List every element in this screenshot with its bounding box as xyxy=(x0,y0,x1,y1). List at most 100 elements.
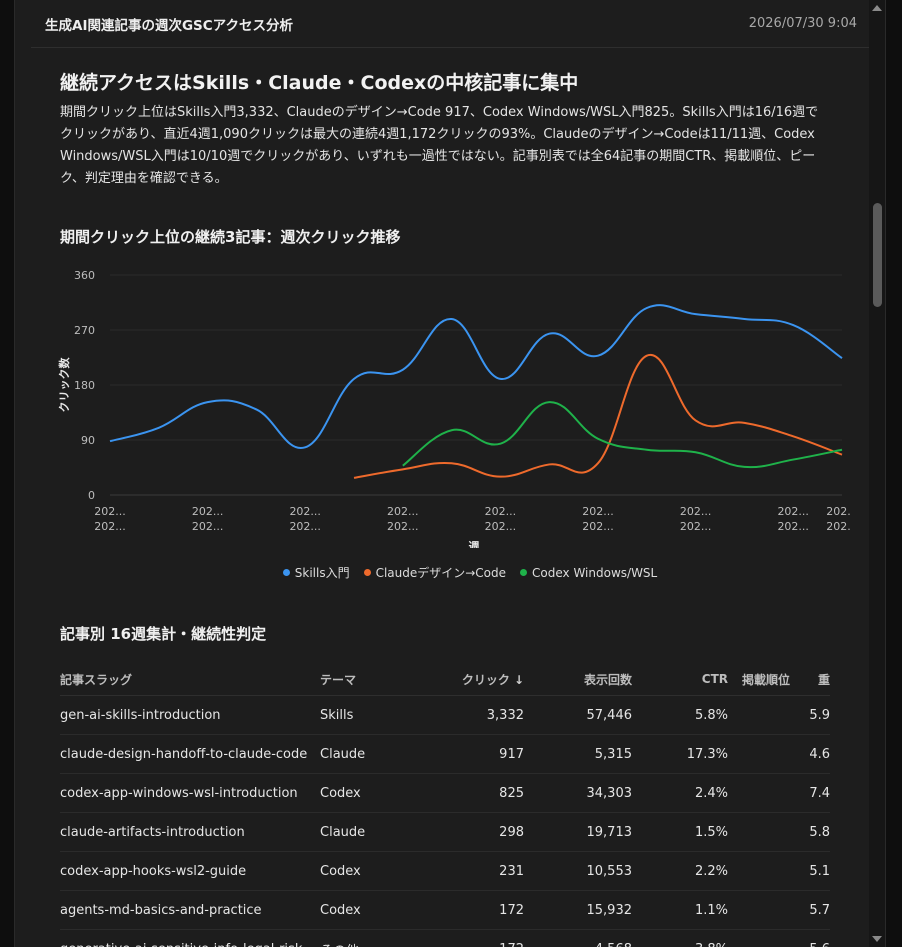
cell-clicks: 298 xyxy=(420,812,524,852)
series-line-0 xyxy=(109,304,843,449)
table-header-row: 記事スラッグ テーマ クリック ↓ 表示回数 CTR 掲載順位 重 xyxy=(60,663,830,696)
cell-slug[interactable]: claude-artifacts-introduction xyxy=(60,812,320,852)
legend-item[interactable]: Skills入門 xyxy=(282,564,350,581)
x-tick-label: 202...202... xyxy=(485,505,517,533)
cell-ctr: 2.4% xyxy=(632,773,728,813)
cell-theme: Claude xyxy=(320,812,420,852)
legend-label: Claudeデザイン→Code xyxy=(375,566,507,580)
y-tick-label: 180 xyxy=(74,379,95,392)
x-tick-label: 202...202... xyxy=(94,505,126,533)
cell-clicks: 825 xyxy=(420,773,524,813)
legend-dot-icon xyxy=(363,569,371,576)
scroll-down-icon[interactable] xyxy=(872,936,882,942)
cell-slug[interactable]: agents-md-basics-and-practice xyxy=(60,890,320,930)
cell-ctr: 17.3% xyxy=(632,734,728,774)
chart-title: 期間クリック上位の継続3記事：週次クリック推移 xyxy=(60,228,401,246)
series-line-2 xyxy=(402,401,843,469)
legend-dot-icon xyxy=(282,569,290,576)
cell-theme: Claude xyxy=(320,734,420,774)
header-clicks[interactable]: クリック ↓ xyxy=(420,663,524,696)
cell-impressions: 15,932 xyxy=(524,890,632,930)
x-tick-label: 202...202... xyxy=(582,505,614,533)
sort-down-icon: ↓ xyxy=(513,672,524,687)
x-tick-label: 202...202... xyxy=(680,505,712,533)
cell-ctr: 1.1% xyxy=(632,890,728,930)
cell-position: 5.1 xyxy=(728,851,830,891)
header-peak[interactable]: 重 xyxy=(790,663,830,696)
cell-theme: Skills xyxy=(320,695,420,735)
y-axis-label: クリック数 xyxy=(57,357,71,413)
header-ctr[interactable]: CTR xyxy=(632,663,728,696)
y-tick-label: 90 xyxy=(81,434,95,447)
cell-impressions: 57,446 xyxy=(524,695,632,735)
cell-position: 5.6 xyxy=(728,929,830,947)
table-row: codex-app-hooks-wsl2-guide Codex 231 10,553… xyxy=(60,851,830,891)
weekly-clicks-chart: 0 90 180 270 360 202... 202... 202... 202... 202.… xyxy=(57,269,850,548)
header-impressions[interactable]: 表示回数 xyxy=(524,663,632,696)
table-row: generative-ai-sensitive-info-legal-riskそ… xyxy=(60,929,830,947)
cell-ctr: 1.5% xyxy=(632,812,728,852)
summary-body: 期間クリック上位はSkills入門3,332、Claudeのデザイン→Code … xyxy=(60,105,819,186)
table-row: claude-artifacts-introduction Claude 298 19… xyxy=(60,812,830,852)
cell-impressions: 4,568 xyxy=(524,929,632,947)
cell-theme: Codex xyxy=(320,773,420,813)
cell-position: 5.8 xyxy=(728,812,830,852)
x-tick-label: 202...202... xyxy=(192,505,224,533)
legend-dot-icon xyxy=(520,569,528,576)
cell-slug[interactable]: gen-ai-skills-introduction xyxy=(60,695,320,735)
app-title: 生成AI関連記事の週次GSCアクセス分析 xyxy=(45,17,294,34)
x-axis-label: 週 xyxy=(469,539,480,548)
cell-slug[interactable]: claude-design-handoff-to-claude-code xyxy=(60,734,320,774)
cell-impressions: 19,713 xyxy=(524,812,632,852)
cell-slug[interactable]: generative-ai-sensitive-info-legal-risk xyxy=(60,929,320,947)
cell-ctr: 5.8% xyxy=(632,695,728,735)
cell-impressions: 5,315 xyxy=(524,734,632,774)
cell-position: 5.9 xyxy=(728,695,830,735)
vertical-scrollbar[interactable] xyxy=(869,0,885,947)
legend-item[interactable]: Codex Windows/WSL xyxy=(520,564,657,581)
y-tick-label: 270 xyxy=(74,324,95,337)
header-slug[interactable]: 記事スラッグ xyxy=(60,663,320,696)
legend-item[interactable]: Claudeデザイン→Code xyxy=(363,564,507,581)
table-title: 記事別 16週集計・継続性判定 xyxy=(60,625,267,643)
cell-position: 4.6 xyxy=(728,734,830,774)
top-bar: 生成AI関連記事の週次GSCアクセス分析 2026/07/30 9:04 xyxy=(31,0,871,48)
x-tick-label: 202...202... xyxy=(289,505,321,533)
x-tick-label: 202...202... xyxy=(826,505,850,533)
x-tick-label: 202...202... xyxy=(387,505,419,533)
header-position[interactable]: 掲載順位 xyxy=(728,663,790,696)
cell-clicks: 172 xyxy=(420,890,524,930)
timestamp: 2026/07/30 9:04 xyxy=(748,16,857,31)
cell-clicks: 917 xyxy=(420,734,524,774)
series-line-1 xyxy=(353,353,843,479)
cell-clicks: 3,332 xyxy=(420,695,524,735)
cell-position: 7.4 xyxy=(728,773,830,813)
cell-slug[interactable]: codex-app-windows-wsl-introduction xyxy=(60,773,320,813)
header-theme[interactable]: テーマ xyxy=(320,663,420,696)
cell-impressions: 10,553 xyxy=(524,851,632,891)
y-tick-label: 360 xyxy=(74,269,95,282)
cell-impressions: 34,303 xyxy=(524,773,632,813)
cell-ctr: 2.2% xyxy=(632,851,728,891)
chart-legend: Skills入門 Claudeデザイン→Code Codex Windows/WSL xyxy=(60,564,880,581)
table-row: agents-md-basics-and-practice Codex 172 15,… xyxy=(60,890,830,930)
table-row: codex-app-windows-wsl-introduction Codex 8… xyxy=(60,773,830,813)
cell-ctr: 3.8% xyxy=(632,929,728,947)
scrollbar-thumb[interactable] xyxy=(873,203,882,307)
cell-clicks: 172 xyxy=(420,929,524,947)
scroll-up-icon[interactable] xyxy=(872,5,882,11)
cell-slug[interactable]: codex-app-hooks-wsl2-guide xyxy=(60,851,320,891)
header-clicks-label: クリック xyxy=(461,672,510,687)
table-row: gen-ai-skills-introduction Skills 3,332 57,… xyxy=(60,695,830,735)
table-row: claude-design-handoff-to-claude-code Clau… xyxy=(60,734,830,774)
y-tick-label: 0 xyxy=(88,489,95,502)
cell-theme: Codex xyxy=(320,851,420,891)
report-content: 継続アクセスはSkills・Claude・Codexの中核記事に集中 期間クリッ… xyxy=(57,68,850,947)
x-tick-label: 202...202... xyxy=(777,505,809,533)
legend-label: Codex Windows/WSL xyxy=(532,565,658,580)
cell-clicks: 231 xyxy=(420,851,524,891)
app-window: 生成AI関連記事の週次GSCアクセス分析 2026/07/30 9:04 継続ア… xyxy=(14,0,886,947)
summary-headline: 継続アクセスはSkills・Claude・Codexの中核記事に集中 xyxy=(60,72,579,94)
legend-label: Skills入門 xyxy=(294,566,350,580)
cell-position: 5.7 xyxy=(728,890,830,930)
